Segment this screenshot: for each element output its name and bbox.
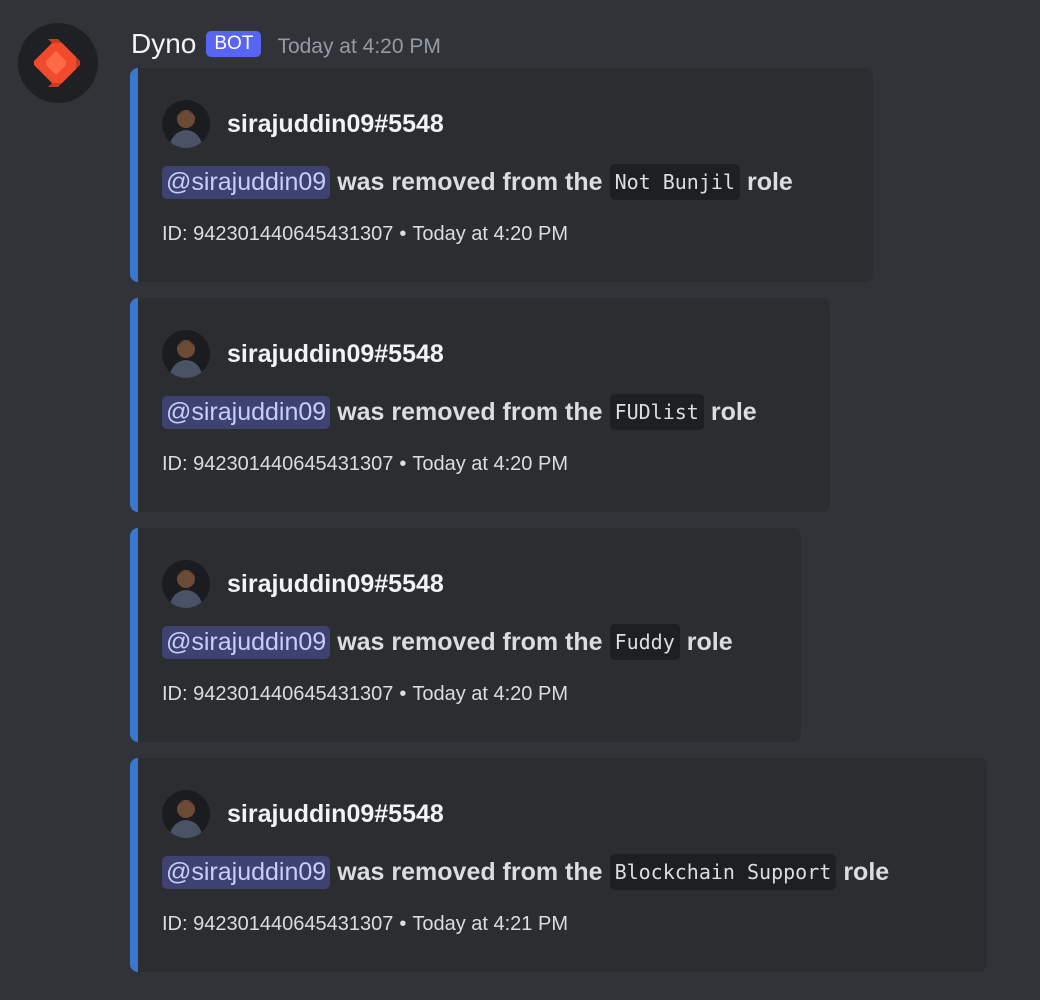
embed-card: sirajuddin09#5548 @sirajuddin09 was remo… bbox=[130, 68, 873, 282]
user-mention[interactable]: @sirajuddin09 bbox=[162, 625, 331, 659]
message-timestamp[interactable]: Today at 4:20 PM bbox=[277, 35, 440, 59]
footer-user-id: ID: 942301440645431307 bbox=[162, 453, 394, 475]
description-text: was removed from the bbox=[337, 857, 603, 886]
role-name: Fuddy bbox=[609, 624, 680, 660]
embed-card: sirajuddin09#5548 @sirajuddin09 was remo… bbox=[130, 758, 987, 972]
embed-author: sirajuddin09#5548 bbox=[162, 330, 444, 378]
footer-separator: • bbox=[399, 223, 407, 245]
dyno-avatar[interactable] bbox=[18, 23, 98, 103]
embed-description: @sirajuddin09 was removed from the FUDli… bbox=[162, 394, 757, 430]
embed-footer: ID: 942301440645431307 • Today at 4:21 PM bbox=[162, 913, 568, 936]
embed-card: sirajuddin09#5548 @sirajuddin09 was remo… bbox=[130, 528, 801, 742]
embed-description: @sirajuddin09 was removed from the Not B… bbox=[162, 164, 793, 200]
embed-footer: ID: 942301440645431307 • Today at 4:20 PM bbox=[162, 453, 568, 476]
user-avatar[interactable] bbox=[162, 100, 210, 148]
embed-author-name[interactable]: sirajuddin09#5548 bbox=[227, 570, 444, 599]
user-avatar[interactable] bbox=[162, 560, 210, 608]
dyno-logo-icon bbox=[34, 39, 80, 87]
message-header: Dyno BOT Today at 4:20 PM bbox=[131, 26, 441, 62]
embed-author: sirajuddin09#5548 bbox=[162, 100, 444, 148]
embed-footer: ID: 942301440645431307 • Today at 4:20 PM bbox=[162, 683, 568, 706]
user-mention[interactable]: @sirajuddin09 bbox=[162, 395, 331, 429]
embed-footer: ID: 942301440645431307 • Today at 4:20 PM bbox=[162, 223, 568, 246]
embed-description: @sirajuddin09 was removed from the Block… bbox=[162, 854, 889, 890]
embed-author-name[interactable]: sirajuddin09#5548 bbox=[227, 800, 444, 829]
footer-timestamp: Today at 4:20 PM bbox=[412, 683, 568, 705]
footer-timestamp: Today at 4:21 PM bbox=[412, 913, 568, 935]
description-suffix: role bbox=[843, 857, 890, 886]
footer-user-id: ID: 942301440645431307 bbox=[162, 913, 394, 935]
embed-author-name[interactable]: sirajuddin09#5548 bbox=[227, 110, 444, 139]
chat-message: Dyno BOT Today at 4:20 PM sirajuddin09#5… bbox=[0, 0, 1040, 1000]
footer-separator: • bbox=[399, 913, 407, 935]
bot-tag: BOT bbox=[206, 31, 262, 57]
embed-author-name[interactable]: sirajuddin09#5548 bbox=[227, 340, 444, 369]
description-text: was removed from the bbox=[337, 167, 603, 196]
footer-timestamp: Today at 4:20 PM bbox=[412, 223, 568, 245]
embed-author: sirajuddin09#5548 bbox=[162, 790, 444, 838]
user-avatar[interactable] bbox=[162, 790, 210, 838]
description-text: was removed from the bbox=[337, 397, 603, 426]
user-avatar[interactable] bbox=[162, 330, 210, 378]
footer-user-id: ID: 942301440645431307 bbox=[162, 223, 394, 245]
role-name: FUDlist bbox=[609, 394, 704, 430]
user-mention[interactable]: @sirajuddin09 bbox=[162, 165, 331, 199]
description-suffix: role bbox=[686, 627, 733, 656]
description-suffix: role bbox=[746, 167, 793, 196]
message-author[interactable]: Dyno bbox=[131, 28, 196, 60]
embed-author: sirajuddin09#5548 bbox=[162, 560, 444, 608]
description-suffix: role bbox=[710, 397, 757, 426]
user-mention[interactable]: @sirajuddin09 bbox=[162, 855, 331, 889]
role-name: Not Bunjil bbox=[609, 164, 740, 200]
description-text: was removed from the bbox=[337, 627, 603, 656]
footer-separator: • bbox=[399, 453, 407, 475]
role-name: Blockchain Support bbox=[609, 854, 837, 890]
footer-timestamp: Today at 4:20 PM bbox=[412, 453, 568, 475]
embed-description: @sirajuddin09 was removed from the Fuddy… bbox=[162, 624, 733, 660]
footer-user-id: ID: 942301440645431307 bbox=[162, 683, 394, 705]
embed-card: sirajuddin09#5548 @sirajuddin09 was remo… bbox=[130, 298, 830, 512]
footer-separator: • bbox=[399, 683, 407, 705]
